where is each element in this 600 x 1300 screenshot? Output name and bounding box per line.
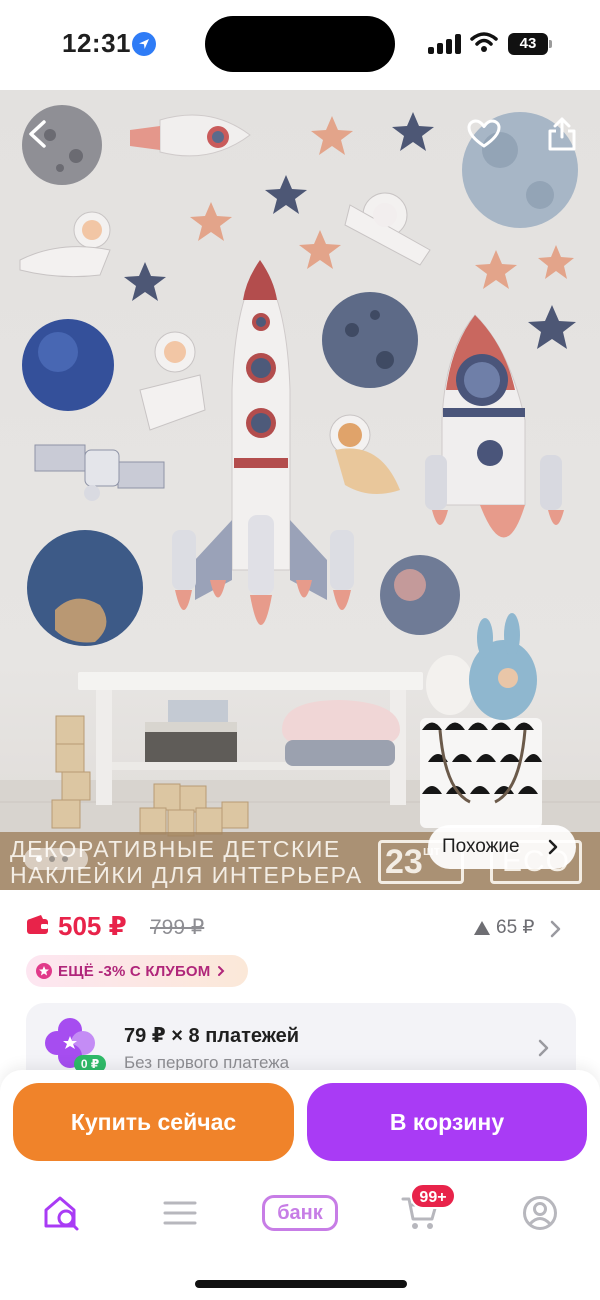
price-old: 799 ₽ xyxy=(150,916,205,939)
price-drop-amount: 65 ₽ xyxy=(496,917,535,938)
price-drop-triangle-icon xyxy=(474,920,490,935)
chevron-right-icon[interactable] xyxy=(550,920,562,938)
tab-bar: банк xyxy=(0,1185,600,1241)
piece-count: 23 xyxy=(385,843,423,881)
chevron-right-icon xyxy=(548,839,558,855)
catalog-menu-icon xyxy=(163,1201,197,1225)
battery-tip xyxy=(549,40,552,48)
favorite-button[interactable] xyxy=(462,112,506,156)
tab-profile[interactable] xyxy=(510,1185,570,1241)
price-row: 505 ₽ 799 ₽ 65 ₽ xyxy=(0,908,600,948)
wifi-icon xyxy=(470,31,498,58)
heart-icon xyxy=(467,119,501,148)
club-discount-label: ЕЩЁ -3% С КЛУБОМ xyxy=(58,962,211,980)
installment-title: 79 ₽ × 8 платежей xyxy=(124,1025,300,1047)
buy-now-button[interactable]: Купить сейчас xyxy=(13,1083,294,1161)
club-discount-badge[interactable]: ЕЩЁ -3% С КЛУБОМ xyxy=(26,955,248,987)
similar-label: Похожие xyxy=(442,836,520,857)
bank-label: банк xyxy=(262,1195,338,1231)
status-bar: 12:31 43 xyxy=(0,0,600,90)
status-time: 12:31 xyxy=(62,28,131,58)
product-image-gallery[interactable]: ДЕКОРАТИВНЫЕ ДЕТСКИЕ НАКЛЕЙКИ ДЛЯ ИНТЕРЬ… xyxy=(0,90,600,890)
product-photo xyxy=(0,105,600,890)
chevron-right-icon xyxy=(217,966,224,976)
home-search-icon xyxy=(44,1196,79,1231)
back-button[interactable] xyxy=(16,112,60,156)
dynamic-island xyxy=(205,16,395,72)
share-icon xyxy=(548,117,576,151)
tab-home[interactable] xyxy=(32,1185,92,1241)
similar-button[interactable]: Похожие xyxy=(428,825,576,869)
price-current: 505 ₽ xyxy=(58,911,127,941)
cart-count-badge: 99+ xyxy=(410,1183,456,1209)
wallet-icon xyxy=(27,915,48,934)
tab-bank[interactable]: банк xyxy=(260,1185,340,1241)
add-to-cart-button[interactable]: В корзину xyxy=(307,1083,587,1161)
battery-icon: 43 xyxy=(508,33,548,55)
signal-icon xyxy=(428,34,462,54)
location-arrow-icon xyxy=(132,32,156,56)
back-chevron-icon xyxy=(29,120,46,148)
share-button[interactable] xyxy=(540,112,584,156)
gallery-pagination[interactable] xyxy=(24,848,88,870)
bottom-action-sheet: Купить сейчас В корзину банк 99+ xyxy=(0,1070,600,1300)
tab-catalog[interactable] xyxy=(150,1185,210,1241)
price-drop-button[interactable]: 65 ₽ xyxy=(474,916,535,939)
chevron-right-icon xyxy=(538,1039,549,1057)
club-star-icon xyxy=(36,963,52,979)
profile-icon xyxy=(523,1196,557,1230)
home-indicator xyxy=(195,1280,407,1288)
